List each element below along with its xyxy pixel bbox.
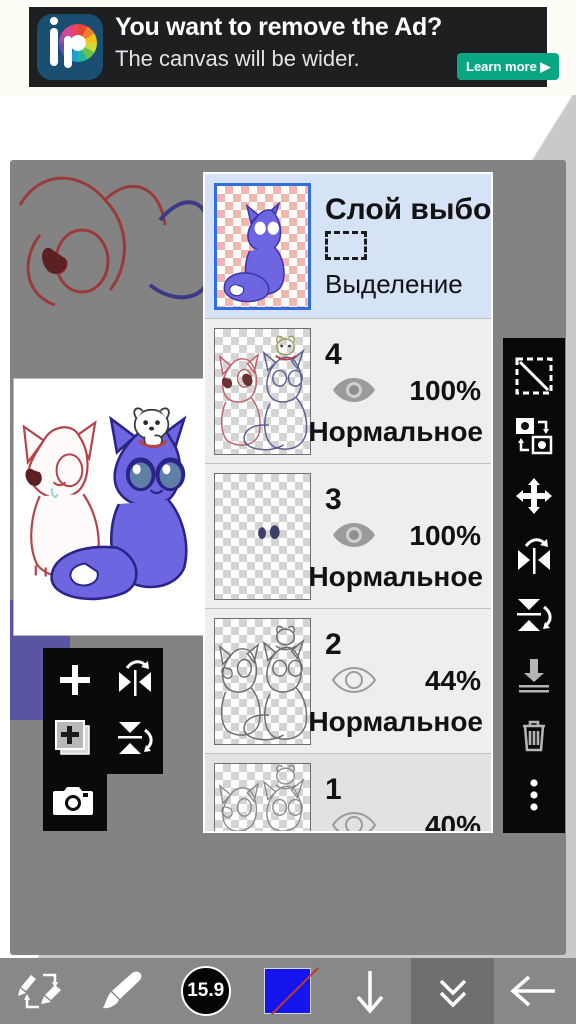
trash-icon[interactable] <box>511 712 557 758</box>
layer-info-2: 2 44% Нормальное <box>308 618 491 745</box>
layer-name: Слой выбора <box>325 192 492 226</box>
layer-controls-strip: Кадрирование α Альфа–замок Нормальное 10… <box>10 838 566 955</box>
canvas-artwork-preview[interactable] <box>13 378 207 636</box>
merge-down-icon[interactable] <box>511 652 557 698</box>
layer-opacity: 40% <box>424 809 481 833</box>
brush-icon <box>100 969 146 1013</box>
selection-marquee-icon <box>325 230 367 260</box>
add-layer-icon[interactable] <box>47 652 103 708</box>
brush-size-button[interactable]: 15.9 <box>165 958 247 1024</box>
duplicate-layer-icon[interactable] <box>45 710 101 766</box>
layer-opacity: 44% <box>424 664 481 696</box>
bottom-app-bar[interactable]: 15.9 <box>0 958 576 1024</box>
layer-blend-mode: Нормальное <box>308 415 483 447</box>
swap-layers-icon[interactable] <box>511 413 557 459</box>
layer-row-1[interactable]: 1 40% <box>205 754 491 833</box>
brush-eraser-swap-button[interactable] <box>0 958 82 1024</box>
layer-thumbnail-1[interactable] <box>214 762 311 831</box>
ad-subline: The canvas will be wider. <box>115 46 360 71</box>
layer-thumbnail-selection[interactable] <box>214 182 311 310</box>
flip-vertical-icon[interactable] <box>107 710 163 766</box>
collapse-panel-button[interactable] <box>411 958 494 1024</box>
selection-label: Выделение <box>325 268 463 299</box>
artwork-sketch-overlay <box>10 165 210 380</box>
layer-row-2[interactable]: 2 44% Нормальное <box>205 609 491 754</box>
ad-learn-more-button[interactable]: Learn more ▶ <box>457 53 560 80</box>
brush-size-value: 15.9 <box>187 980 225 1001</box>
layer-visibility-icon[interactable] <box>331 520 377 550</box>
layer-actions-toolbar[interactable] <box>503 338 565 833</box>
arrow-down-icon <box>350 967 390 1015</box>
layer-row-4[interactable]: 4 100% Нормальное <box>205 319 491 464</box>
layer-name: 2 <box>325 627 342 661</box>
move-icon[interactable] <box>511 473 557 519</box>
ad-text-block: You want to remove the Ad? The canvas wi… <box>115 10 445 74</box>
down-arrow-button[interactable] <box>329 958 411 1024</box>
color-picker-button[interactable] <box>247 958 329 1024</box>
layer-thumbnail-4[interactable] <box>214 327 311 455</box>
layer-info-selection: Слой выбора Выделение <box>311 183 491 310</box>
layer-info-4: 4 100% Нормальное <box>308 328 491 455</box>
color-swatch-icon[interactable] <box>264 968 312 1014</box>
layer-thumbnail-3[interactable] <box>214 472 311 600</box>
layer-blend-mode: Нормальное <box>308 705 483 737</box>
layer-info-3: 3 100% Нормальное <box>308 473 491 600</box>
layer-visibility-icon[interactable] <box>331 810 377 831</box>
back-arrow-icon <box>509 969 561 1013</box>
select-transform-icon[interactable] <box>511 353 557 399</box>
layer-quick-toolbar[interactable] <box>43 648 163 831</box>
layer-thumbnail-2[interactable] <box>214 617 311 745</box>
flip-horizontal-icon[interactable] <box>107 650 163 706</box>
flip-horizontal-icon[interactable] <box>511 533 557 579</box>
layer-info-1: 1 40% <box>311 763 491 833</box>
back-button[interactable] <box>494 958 576 1024</box>
layer-name: 4 <box>325 337 342 371</box>
layer-row-selection[interactable]: Слой выбора Выделение <box>205 174 491 319</box>
ibis-paint-logo-icon <box>37 14 103 80</box>
double-chevron-down-icon <box>433 971 473 1011</box>
layer-panel[interactable]: Слой выбора Выделение <box>203 172 493 833</box>
layer-visibility-icon[interactable] <box>331 665 377 695</box>
camera-icon[interactable] <box>45 772 101 828</box>
layer-name: 1 <box>325 772 342 806</box>
ad-banner[interactable]: You want to remove the Ad? The canvas wi… <box>0 0 576 95</box>
layer-blend-mode: Нормальное <box>308 560 483 592</box>
ad-band: You want to remove the Ad? The canvas wi… <box>29 7 560 87</box>
app-root: You want to remove the Ad? The canvas wi… <box>0 0 576 1024</box>
layer-row-3[interactable]: 3 100% Нормальное <box>205 464 491 609</box>
more-options-icon[interactable] <box>511 772 557 818</box>
brush-eraser-swap-icon <box>17 969 65 1013</box>
layer-opacity: 100% <box>409 519 481 551</box>
flip-vertical-icon[interactable] <box>511 592 557 638</box>
layer-name: 3 <box>325 482 342 516</box>
brush-size-indicator[interactable]: 15.9 <box>180 966 231 1016</box>
ad-headline: You want to remove the Ad? <box>115 13 442 41</box>
brush-tool-button[interactable] <box>82 958 164 1024</box>
layer-opacity: 100% <box>409 374 481 406</box>
layer-visibility-icon[interactable] <box>331 375 377 405</box>
